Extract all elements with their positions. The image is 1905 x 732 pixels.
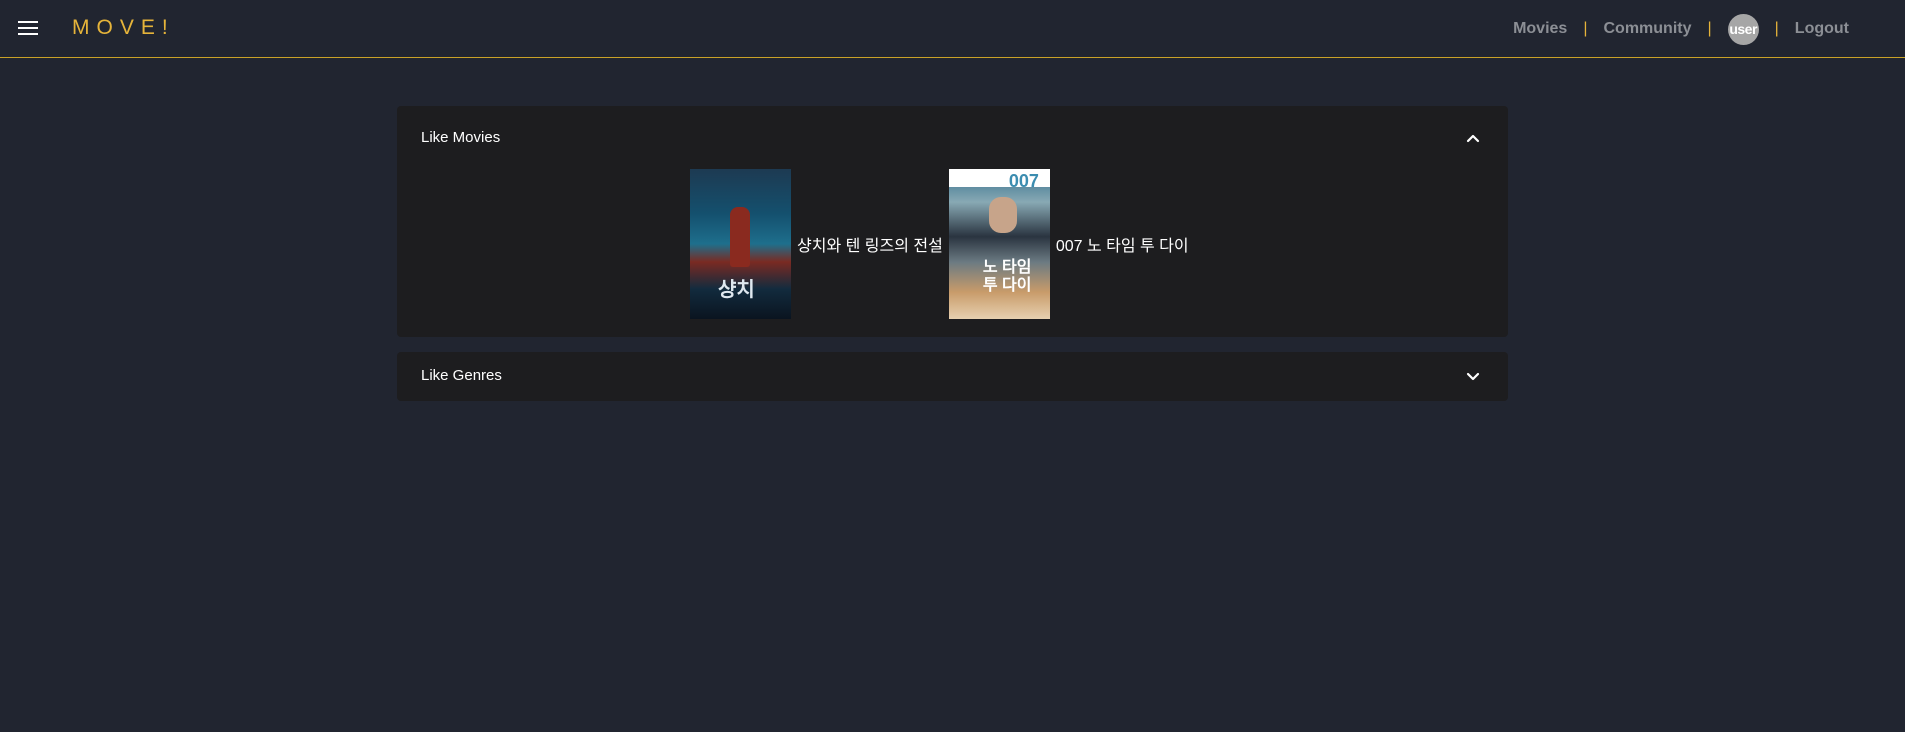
top-navbar: MOVE! Movies | Community | user | Logout — [0, 0, 1905, 58]
like-movies-header[interactable]: Like Movies — [397, 106, 1508, 170]
brand-logo[interactable]: MOVE! — [72, 16, 175, 40]
main-nav: Movies | Community | user | Logout — [1513, 13, 1849, 45]
like-genres-panel: Like Genres — [397, 352, 1508, 401]
like-genres-title: Like Genres — [421, 367, 502, 384]
hamburger-menu-icon[interactable] — [18, 20, 38, 36]
chevron-down-icon[interactable] — [1466, 372, 1480, 382]
nav-logout-link[interactable]: Logout — [1795, 20, 1849, 38]
movie-poster[interactable]: 007 노 타임 투 다이 — [948, 169, 1050, 319]
user-avatar[interactable]: user — [1727, 13, 1759, 45]
nav-movies-link[interactable]: Movies — [1513, 20, 1567, 38]
movie-title[interactable]: 샹치와 텐 링즈의 전설 — [797, 232, 943, 256]
chevron-up-icon[interactable] — [1466, 133, 1480, 143]
poster-title-text: 샹치 — [718, 279, 755, 301]
nav-separator: | — [1707, 20, 1712, 37]
poster-number-text: 007 — [1008, 171, 1039, 191]
poster-title-text: 노 타임 투 다이 — [982, 259, 1032, 294]
movie-item[interactable]: 샹치 샹치와 텐 링즈의 전설 — [690, 169, 949, 319]
movie-title[interactable]: 007 노 타임 투 다이 — [1056, 232, 1189, 256]
like-movies-title: Like Movies — [421, 129, 501, 146]
nav-separator: | — [1583, 20, 1588, 37]
nav-separator: | — [1774, 20, 1779, 37]
movie-item[interactable]: 007 노 타임 투 다이 007 노 타임 투 다이 — [948, 169, 1195, 319]
like-movies-panel: Like Movies 샹치 샹치와 텐 링즈의 전설 007 노 타임 투 다… — [397, 106, 1508, 337]
nav-community-link[interactable]: Community — [1603, 20, 1691, 38]
movie-poster[interactable]: 샹치 — [690, 169, 791, 319]
like-genres-header[interactable]: Like Genres — [397, 352, 1508, 401]
liked-movies-list: 샹치 샹치와 텐 링즈의 전설 007 노 타임 투 다이 007 노 타임 투… — [690, 169, 1195, 319]
